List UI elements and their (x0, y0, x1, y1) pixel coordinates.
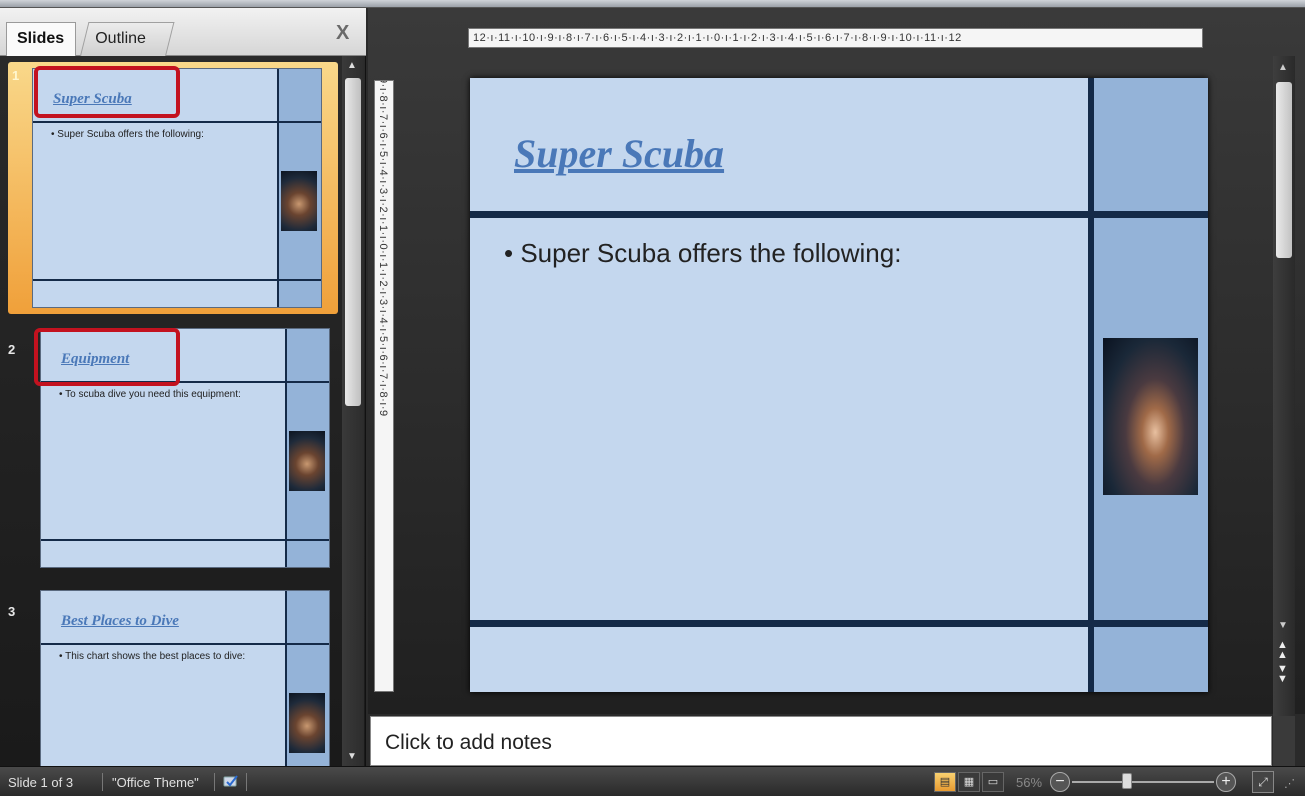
slide-2-bullet: • To scuba dive you need this equipment: (59, 389, 241, 400)
notes-pane[interactable]: Click to add notes (370, 716, 1272, 766)
thumbnail-slide-3[interactable]: Best Places to Dive • This chart shows t… (40, 590, 330, 766)
separator (246, 773, 247, 791)
tab-outline[interactable]: Outline (80, 22, 175, 56)
scroll-thumb[interactable] (1276, 82, 1292, 258)
divider (41, 643, 329, 645)
horizontal-ruler: 12·ı·11·ı·10·ı·9·ı·8·ı·7·ı·6·ı·5·ı·4·ı·3… (468, 28, 1203, 48)
zoom-slider-thumb[interactable] (1122, 773, 1132, 789)
separator (102, 773, 103, 791)
scroll-thumb[interactable] (345, 78, 361, 406)
thumbnail-scrollbar[interactable]: ▲ ▼ (342, 56, 364, 766)
divider (470, 211, 1208, 218)
slide-title[interactable]: Super Scuba (514, 130, 724, 177)
slide-indicator: Slide 1 of 3 (8, 775, 74, 790)
scroll-down-icon[interactable]: ▼ (1278, 620, 1288, 631)
slide-scrollbar[interactable]: ▲ ▼ ▲ ▲ ▼ ▼ (1273, 56, 1295, 716)
status-bar: Slide 1 of 3 "Office Theme" ▤ ▦ ▭ 56% − + … (0, 766, 1305, 796)
lionfish-image[interactable] (1103, 338, 1198, 495)
previous-slide-icon[interactable]: ▲ ▲ (1277, 640, 1288, 661)
slide-editing-area: 12·ı·11·ı·10·ı·9·ı·8·ı·7·ı·6·ı·5·ı·4·ı·3… (368, 8, 1305, 714)
fit-to-window-icon[interactable]: ⤢ (1252, 771, 1274, 793)
slide-show-icon[interactable]: ▭ (982, 772, 1004, 792)
slide-number: 2 (8, 342, 16, 357)
normal-view-icon[interactable]: ▤ (934, 772, 956, 792)
divider (41, 539, 329, 541)
slide-1-bullet: • Super Scuba offers the following: (51, 129, 204, 140)
resize-grip-icon[interactable]: ⋰ (1284, 777, 1295, 790)
spell-check-icon[interactable] (222, 773, 240, 789)
divider (470, 620, 1208, 627)
slide-3-title: Best Places to Dive (61, 613, 179, 629)
divider (33, 279, 321, 281)
scroll-down-icon[interactable]: ▼ (347, 751, 357, 762)
scroll-up-icon[interactable]: ▲ (347, 60, 357, 71)
slide-sorter-icon[interactable]: ▦ (958, 772, 980, 792)
vertical-ruler: 9·ı·8·ı·7·ı·6·ı·5·ı·4·ı·3·ı·2·ı·1·ı·0·ı·… (374, 80, 394, 692)
lionfish-image (281, 171, 317, 231)
tab-outline-label: Outline (95, 30, 146, 47)
slide-bullet[interactable]: • Super Scuba offers the following: (504, 238, 901, 269)
zoom-in-icon[interactable]: + (1216, 772, 1236, 792)
zoom-slider[interactable] (1072, 781, 1214, 783)
slide-number: 3 (8, 604, 16, 619)
highlight-box-slide-1-title (34, 66, 180, 118)
slides-pane: Slides Outline X 1 Super Scuba • Super S… (0, 8, 366, 766)
current-slide[interactable]: Super Scuba • Super Scuba offers the fol… (470, 78, 1208, 692)
slide-number: 1 (12, 68, 20, 83)
pane-tab-bar: Slides Outline X (0, 8, 366, 56)
slide-thumbnail-list: 1 Super Scuba • Super Scuba offers the f… (0, 56, 342, 766)
powerpoint-window: Slides Outline X 1 Super Scuba • Super S… (0, 0, 1305, 796)
next-slide-icon[interactable]: ▼ ▼ (1277, 664, 1288, 685)
vertical-ruler-marks: 9·ı·8·ı·7·ı·6·ı·5·ı·4·ı·3·ı·2·ı·1·ı·0·ı·… (377, 80, 389, 417)
close-pane-icon[interactable]: X (336, 22, 349, 45)
zoom-level[interactable]: 56% (1016, 775, 1042, 790)
divider (33, 121, 321, 123)
theme-name: "Office Theme" (112, 775, 199, 790)
tab-slides[interactable]: Slides (6, 22, 76, 56)
notes-placeholder: Click to add notes (385, 731, 552, 754)
zoom-out-icon[interactable]: − (1050, 772, 1070, 792)
highlight-box-slide-2-title (34, 328, 180, 386)
lionfish-image (289, 693, 325, 753)
separator (214, 773, 215, 791)
notes-scrollbar[interactable] (1273, 716, 1295, 766)
ribbon-edge (0, 0, 1305, 8)
lionfish-image (289, 431, 325, 491)
view-buttons: ▤ ▦ ▭ (934, 772, 1006, 792)
slide-3-bullet: • This chart shows the best places to di… (59, 651, 246, 662)
scroll-up-icon[interactable]: ▲ (1278, 62, 1288, 73)
